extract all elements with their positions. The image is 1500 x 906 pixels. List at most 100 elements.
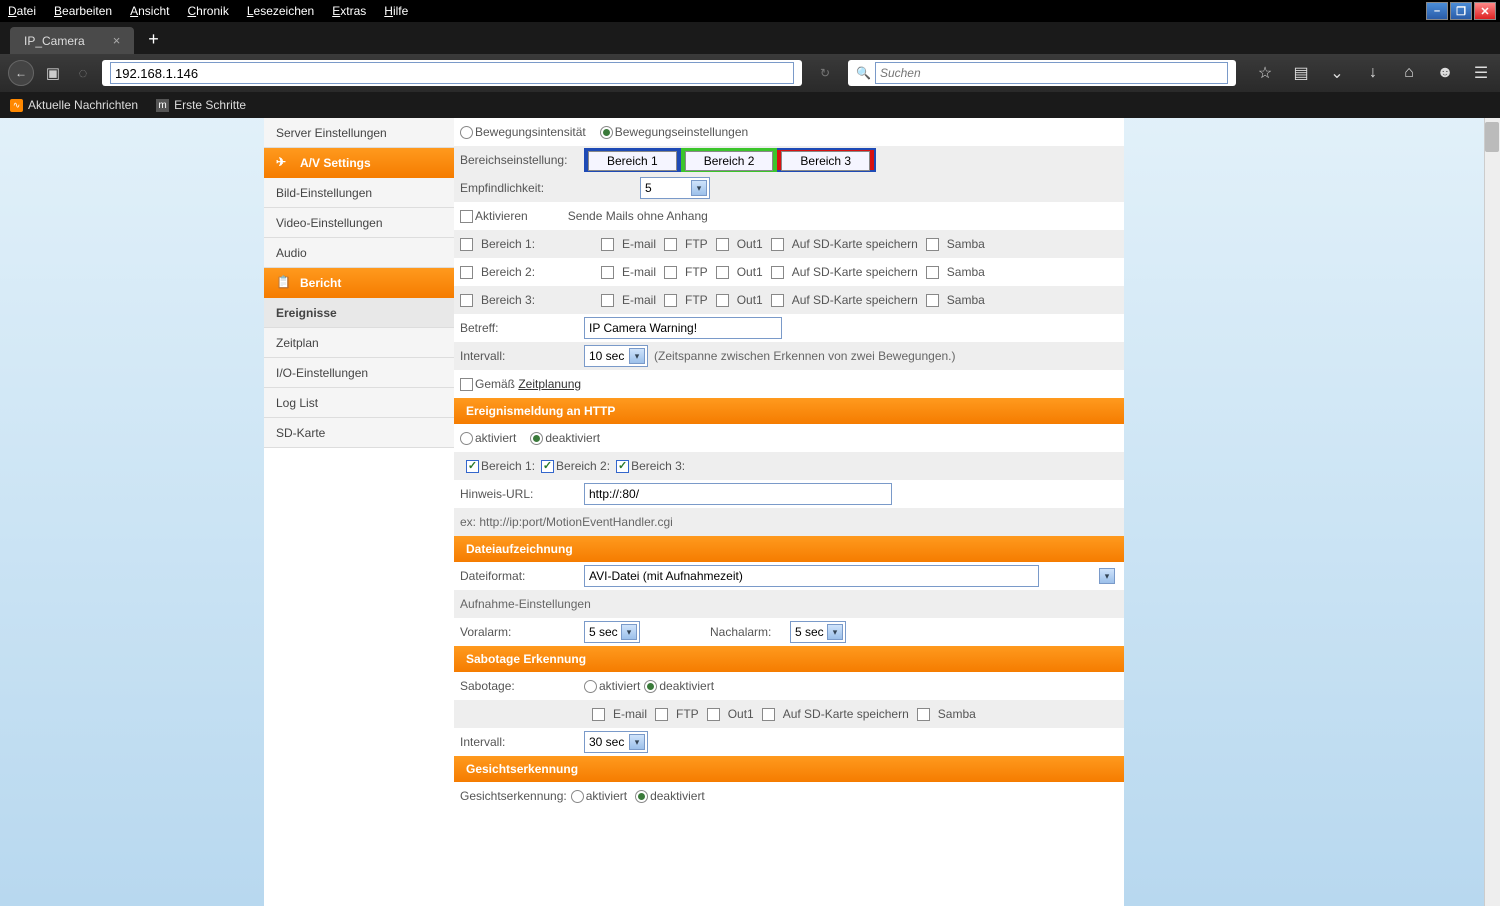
sidebar-item-schedule[interactable]: Zeitplan	[264, 328, 454, 358]
area2-out1-checkbox[interactable]	[716, 266, 729, 279]
sidebar-item-events[interactable]: Ereignisse	[264, 298, 454, 328]
url-bar[interactable]	[102, 60, 802, 86]
area1-sd-checkbox[interactable]	[771, 238, 784, 251]
area3-ftp-checkbox[interactable]	[664, 294, 677, 307]
schedule-checkbox[interactable]	[460, 378, 473, 391]
area2-ftp-checkbox[interactable]	[664, 266, 677, 279]
area2-sd-checkbox[interactable]	[771, 266, 784, 279]
area-3-selector[interactable]: Bereich 3	[777, 148, 876, 172]
sabotage-options-row: E-mail FTP Out1 Auf SD-Karte speichern S…	[454, 700, 1124, 728]
bookmark-star-icon[interactable]: ☆	[1254, 62, 1276, 84]
chat-icon[interactable]: ☻	[1434, 62, 1456, 84]
back-button[interactable]: ←	[8, 60, 34, 86]
sidebar-header-av: ✈ A/V Settings	[264, 148, 454, 178]
area1-email-checkbox[interactable]	[601, 238, 614, 251]
face-on-radio[interactable]	[571, 790, 584, 803]
http-url-input[interactable]	[584, 483, 892, 505]
library-icon[interactable]: ▤	[1290, 62, 1312, 84]
scrollbar-thumb[interactable]	[1485, 122, 1499, 152]
reload-button[interactable]: ↻	[814, 62, 836, 84]
section-face-header: Gesichtserkennung	[454, 756, 1124, 782]
sabotage-sd-checkbox[interactable]	[762, 708, 775, 721]
menu-extras[interactable]: Extras	[332, 4, 366, 18]
http-example-row: ex: http://ip:port/MotionEventHandler.cg…	[454, 508, 1124, 536]
sabotage-off-radio[interactable]	[644, 680, 657, 693]
search-bar[interactable]: 🔍	[848, 60, 1236, 86]
bookmark-item-firststeps[interactable]: m Erste Schritte	[156, 98, 246, 112]
sabotage-interval-select[interactable]: 30 sec	[584, 731, 648, 753]
file-format-row: Dateiformat: AVI-Datei (mit Aufnahmezeit…	[454, 562, 1124, 590]
area1-enable-checkbox[interactable]	[460, 238, 473, 251]
area3-enable-checkbox[interactable]	[460, 294, 473, 307]
sabotage-samba-checkbox[interactable]	[917, 708, 930, 721]
area3-samba-checkbox[interactable]	[926, 294, 939, 307]
sabotage-out1-checkbox[interactable]	[707, 708, 720, 721]
area2-samba-checkbox[interactable]	[926, 266, 939, 279]
subject-input[interactable]	[584, 317, 782, 339]
prealarm-select[interactable]: 5 sec	[584, 621, 640, 643]
sidebar-item-loglist[interactable]: Log List	[264, 388, 454, 418]
site-identity-icon[interactable]: ◌	[72, 62, 94, 84]
postalarm-select[interactable]: 5 sec	[790, 621, 846, 643]
sidebar-item-video[interactable]: Video-Einstellungen	[264, 208, 454, 238]
http-on-radio[interactable]	[460, 432, 473, 445]
sidebar-item-io[interactable]: I/O-Einstellungen	[264, 358, 454, 388]
av-icon: ✈	[276, 155, 292, 171]
area3-out1-checkbox[interactable]	[716, 294, 729, 307]
area-2-selector[interactable]: Bereich 2	[681, 148, 778, 172]
section-sabotage-header: Sabotage Erkennung	[454, 646, 1124, 672]
vertical-scrollbar[interactable]	[1484, 118, 1500, 906]
http-url-row: Hinweis-URL:	[454, 480, 1124, 508]
sidebar-item-image[interactable]: Bild-Einstellungen	[264, 178, 454, 208]
area3-email-checkbox[interactable]	[601, 294, 614, 307]
menu-history[interactable]: Chronik	[187, 4, 228, 18]
schedule-link[interactable]: Zeitplanung	[518, 377, 581, 391]
browser-tab[interactable]: IP_Camera ×	[10, 27, 134, 54]
area3-options-row: Bereich 3: E-mail FTP Out1 Auf SD-Karte …	[454, 286, 1124, 314]
hamburger-menu-icon[interactable]: ☰	[1470, 62, 1492, 84]
close-tab-icon[interactable]: ×	[113, 33, 121, 48]
http-area1-checkbox[interactable]	[466, 460, 479, 473]
area1-ftp-checkbox[interactable]	[664, 238, 677, 251]
new-tab-button[interactable]: +	[148, 29, 159, 54]
downloads-icon[interactable]: ↓	[1362, 62, 1384, 84]
window-minimize-button[interactable]: –	[1426, 2, 1448, 20]
activate-row: Aktivieren Sende Mails ohne Anhang	[454, 202, 1124, 230]
menu-view[interactable]: Ansicht	[130, 4, 169, 18]
radio-intensity[interactable]	[460, 126, 473, 139]
area1-out1-checkbox[interactable]	[716, 238, 729, 251]
bookmarks-toolbar: ∿ Aktuelle Nachrichten m Erste Schritte	[0, 92, 1500, 118]
menu-file[interactable]: Datei	[8, 4, 36, 18]
url-input[interactable]	[110, 62, 794, 84]
http-area2-checkbox[interactable]	[541, 460, 554, 473]
sidebar-item-server[interactable]: Server Einstellungen	[264, 118, 454, 148]
area2-email-checkbox[interactable]	[601, 266, 614, 279]
sidebar-item-audio[interactable]: Audio	[264, 238, 454, 268]
pocket-icon[interactable]: ⌄	[1326, 62, 1348, 84]
search-input[interactable]	[875, 62, 1228, 84]
area2-enable-checkbox[interactable]	[460, 266, 473, 279]
http-off-radio[interactable]	[530, 432, 543, 445]
window-close-button[interactable]: ✕	[1474, 2, 1496, 20]
sabotage-email-checkbox[interactable]	[592, 708, 605, 721]
sensitivity-select[interactable]: 5	[640, 177, 710, 199]
bookmark-item-news[interactable]: ∿ Aktuelle Nachrichten	[10, 98, 138, 112]
sidebar-toggle-icon[interactable]: ▣	[42, 62, 64, 84]
activate-checkbox[interactable]	[460, 210, 473, 223]
sidebar-item-sdcard[interactable]: SD-Karte	[264, 418, 454, 448]
http-area3-checkbox[interactable]	[616, 460, 629, 473]
menu-bookmarks[interactable]: Lesezeichen	[247, 4, 314, 18]
menu-edit[interactable]: Bearbeiten	[54, 4, 112, 18]
menu-help[interactable]: Hilfe	[384, 4, 408, 18]
face-off-radio[interactable]	[635, 790, 648, 803]
interval-select[interactable]: 10 sec	[584, 345, 648, 367]
sabotage-ftp-checkbox[interactable]	[655, 708, 668, 721]
file-format-select[interactable]: AVI-Datei (mit Aufnahmezeit)	[584, 565, 1039, 587]
area1-samba-checkbox[interactable]	[926, 238, 939, 251]
sabotage-on-radio[interactable]	[584, 680, 597, 693]
home-icon[interactable]: ⌂	[1398, 62, 1420, 84]
area3-sd-checkbox[interactable]	[771, 294, 784, 307]
window-maximize-button[interactable]: ❐	[1450, 2, 1472, 20]
area-1-selector[interactable]: Bereich 1	[584, 148, 681, 172]
radio-settings[interactable]	[600, 126, 613, 139]
